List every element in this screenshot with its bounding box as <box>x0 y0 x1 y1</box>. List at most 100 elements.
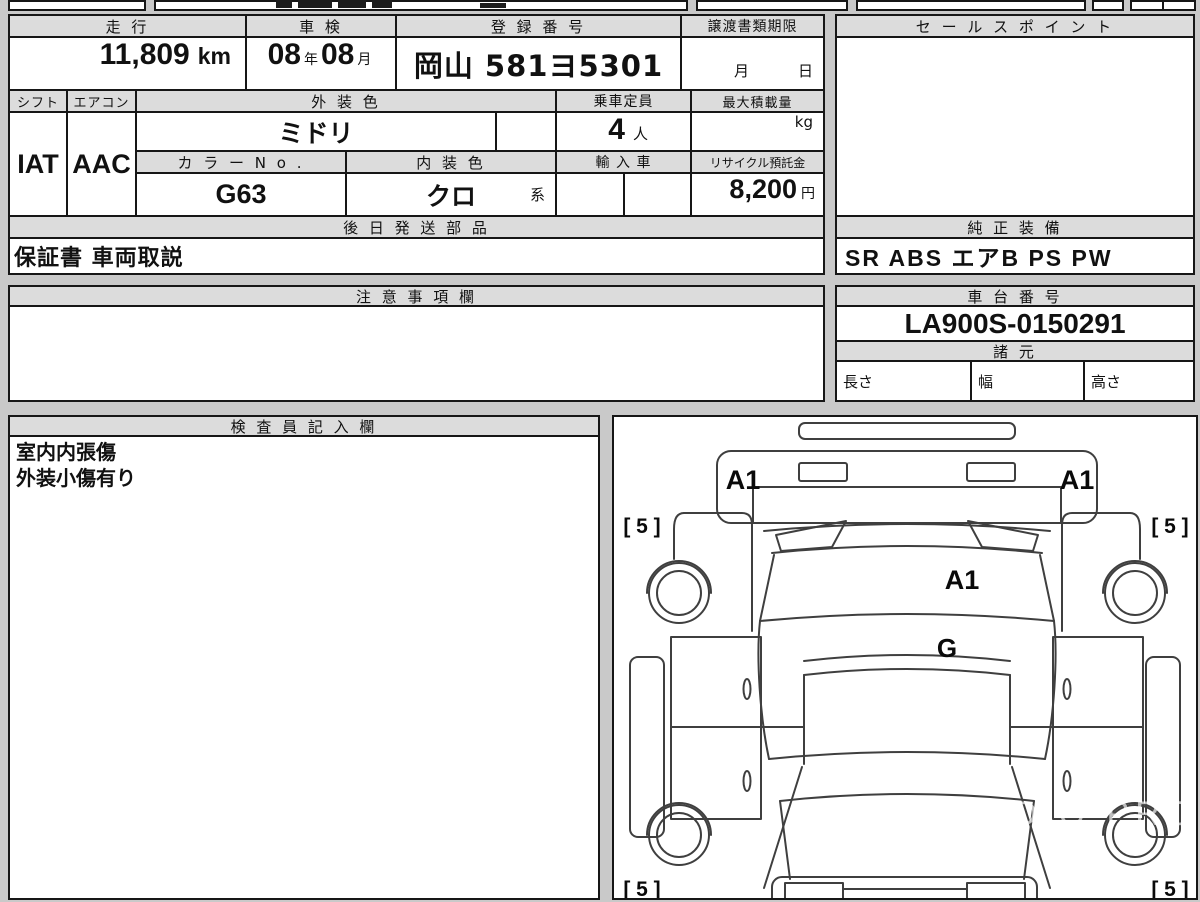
seat-back-line1 <box>803 654 1011 662</box>
left-a-pillar-line <box>759 554 775 622</box>
transfer-docs-header: 譲渡書類期限 <box>680 14 825 38</box>
cutoff-divider <box>1162 0 1164 11</box>
capacity-header-label: 乗車定員 <box>593 94 654 110</box>
registration-header: 登 録 番 号 <box>395 14 682 38</box>
left-front-door-handle <box>742 678 752 700</box>
inspector-note-line1: 室内内張傷 <box>16 440 116 464</box>
mileage-cell: 11,809 km <box>8 36 247 91</box>
transfer-day-unit: 日 <box>798 62 814 80</box>
mileage-unit: km <box>197 43 231 69</box>
cutoff-text-fragment <box>298 0 332 8</box>
spec-height-label: 高さ <box>1091 372 1122 391</box>
damage-mark-g-roof: G <box>937 633 957 663</box>
capacity-unit: 人 <box>632 125 648 143</box>
right-fender-line <box>1061 512 1131 632</box>
rear-window-top-line <box>768 751 1046 760</box>
exterior-color-header: 外 装 色 <box>135 89 557 113</box>
spec-width-label: 幅 <box>978 372 994 391</box>
inspector-notes-header: 検 査 員 記 入 欄 <box>8 415 600 437</box>
exterior-color-cell: ミドリ <box>135 111 497 152</box>
cowl-line <box>763 523 1051 532</box>
registration-header-label: 登 録 番 号 <box>490 17 587 36</box>
recycle-deposit-cell: 8,200 円 <box>690 172 825 217</box>
max-load-unit: kg <box>794 113 813 131</box>
sales-point-header: セ ー ル ス ポ イ ン ト <box>835 14 1195 38</box>
spec-length-cell: 長さ <box>835 360 972 402</box>
later-parts-value: 保証書 車両取説 <box>14 246 184 271</box>
inspector-notes-cell: 室内内張傷 外装小傷有り <box>8 435 600 900</box>
chassis-number-header-label: 車 台 番 号 <box>967 287 1063 306</box>
mileage-header: 走 行 <box>8 14 247 38</box>
max-load-header-label: 最大積載量 <box>722 95 793 111</box>
cutoff-cell <box>1092 0 1124 11</box>
later-parts-cell: 保証書 車両取説 <box>8 237 825 275</box>
cutoff-cell <box>154 0 688 11</box>
right-front-door-handle <box>1062 678 1072 700</box>
later-parts-header-label: 後 日 発 送 部 品 <box>343 218 490 237</box>
car-top-view-diagram: A1 A1 A1 G [ 5 ] [ 5 ] [ 5 ] [ 5 ] WEB S… <box>623 422 1196 902</box>
left-c-pillar-line <box>763 766 803 889</box>
import-car-header-label: 輸 入 車 <box>595 155 652 171</box>
caution-notes-header: 注 意 事 項 欄 <box>8 285 825 307</box>
aircon-value: AAC <box>72 148 131 179</box>
genuine-equipment-header: 純 正 装 備 <box>835 215 1195 239</box>
cutoff-text-fragment <box>480 3 506 8</box>
color-no-cell: G63 <box>135 172 347 217</box>
shift-header: シフト <box>8 89 68 113</box>
transfer-docs-cell: 月 日 <box>680 36 825 91</box>
shift-cell: IAT <box>8 111 68 217</box>
car-diagram-panel: A1 A1 A1 G [ 5 ] [ 5 ] [ 5 ] [ 5 ] WEB S… <box>612 415 1198 902</box>
aircon-header-label: エアコン <box>73 95 130 111</box>
interior-color-cell: クロ 系 <box>345 172 557 217</box>
exterior-color-value: ミドリ <box>278 118 354 148</box>
interior-color-value: クロ <box>425 181 476 211</box>
sales-point-cell <box>835 36 1195 217</box>
transfer-docs-header-label: 譲渡書類期限 <box>707 19 798 35</box>
cutoff-text-fragment <box>372 0 392 8</box>
shaken-month: 08 <box>321 38 355 71</box>
auction-sheet-page: { "header_row": { "mileage_label": "走 行"… <box>0 0 1200 902</box>
chassis-number-cell: LA900S-0150291 <box>835 305 1195 342</box>
specs-header-label: 諸 元 <box>993 342 1037 361</box>
windshield-top-line <box>771 545 1043 554</box>
right-rear-door-handle <box>1062 770 1072 792</box>
mileage-header-label: 走 行 <box>105 17 150 36</box>
registration-cell: 岡山 581ヨ5301 <box>395 36 682 91</box>
aircon-cell: AAC <box>66 111 137 217</box>
tire-depth-front-left: [ 5 ] <box>623 515 660 538</box>
seat-back-line2 <box>803 668 1011 676</box>
right-headlight-shape <box>966 462 1016 482</box>
color-no-header-label: カ ラ ー N o . <box>177 153 305 172</box>
mileage-value: 11,809 <box>99 38 190 71</box>
shift-header-label: シフト <box>16 95 59 111</box>
import-car-cell-right <box>623 172 692 217</box>
sales-point-header-label: セ ー ル ス ポ イ ン ト <box>915 17 1115 36</box>
right-fender-outer-line <box>1129 512 1141 560</box>
rear-bumper-shape <box>771 876 1038 902</box>
interior-color-suffix: 系 <box>529 186 545 204</box>
spec-length-label: 長さ <box>843 372 874 391</box>
recycle-deposit-header: リサイクル預託金 <box>690 150 825 174</box>
capacity-header: 乗車定員 <box>555 89 692 113</box>
recycle-deposit-value: 8,200 <box>729 174 797 204</box>
recycle-deposit-header-label: リサイクル預託金 <box>709 155 806 170</box>
caution-notes-cell <box>8 305 825 402</box>
shaken-header-label: 車 検 <box>299 17 343 36</box>
hood-inner-panel <box>752 486 1062 524</box>
import-car-header: 輸 入 車 <box>555 150 692 174</box>
exterior-color-suffix-cell <box>495 111 557 152</box>
left-headlight-shape <box>798 462 848 482</box>
front-bumper-shape <box>798 422 1016 440</box>
damage-mark-a1-front-right: A1 <box>1060 465 1095 495</box>
inspector-notes-header-label: 検 査 員 記 入 欄 <box>230 417 378 436</box>
cutoff-cell <box>8 0 146 11</box>
shaken-cell: 08 年 08 月 <box>245 36 397 91</box>
max-load-header: 最大積載量 <box>690 89 825 113</box>
shaken-month-unit: 月 <box>357 52 372 68</box>
import-car-cell-left <box>555 172 625 217</box>
chassis-number-value: LA900S-0150291 <box>904 307 1126 339</box>
watermark-text: WEB STUDIO.PRO <box>816 795 1196 833</box>
shift-value: IAT <box>17 148 59 179</box>
inspector-note-line2: 外装小傷有り <box>16 466 136 490</box>
shaken-header: 車 検 <box>245 14 397 38</box>
